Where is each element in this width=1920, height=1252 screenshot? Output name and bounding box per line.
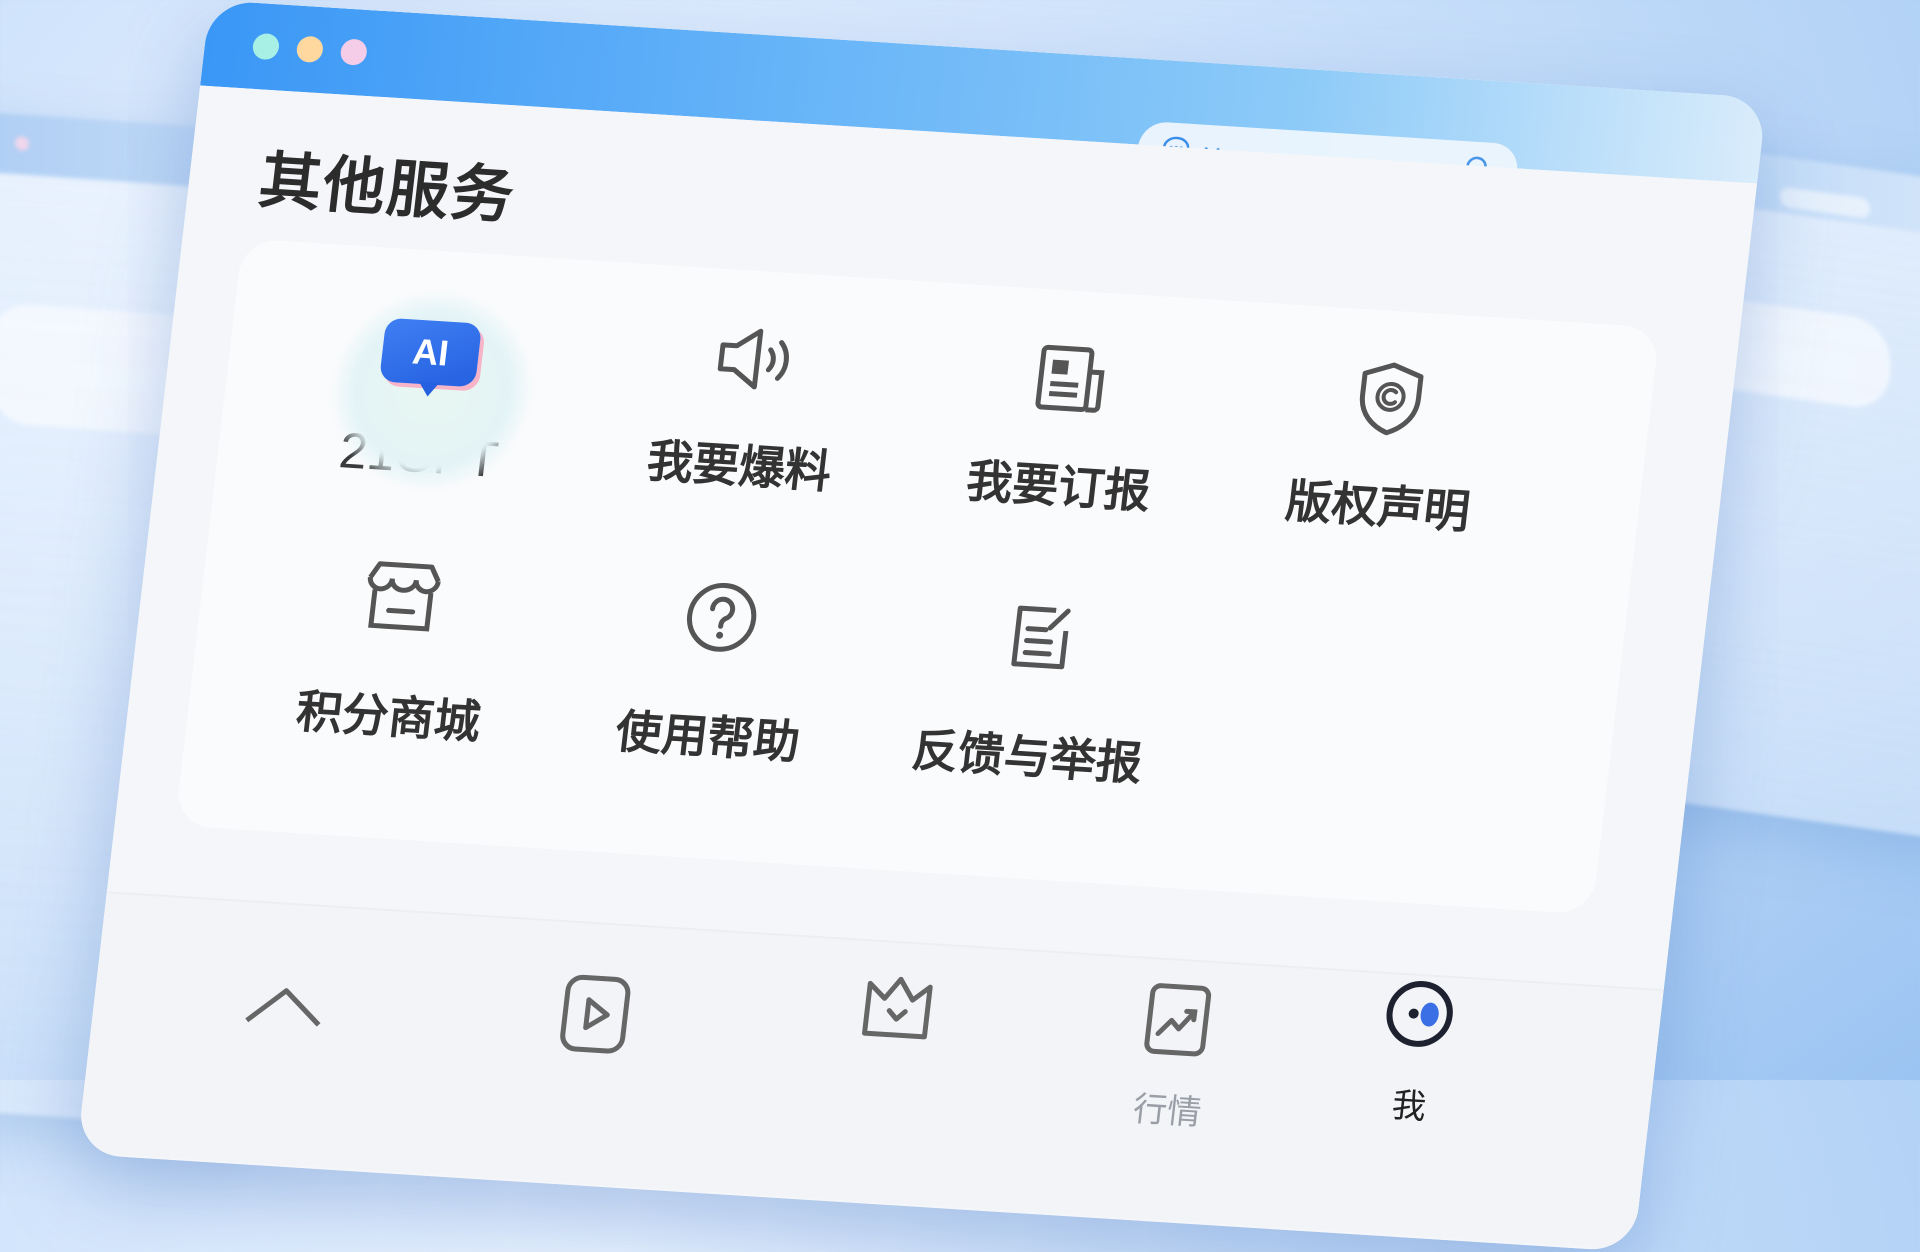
page-title: 其他服务 xyxy=(255,146,519,232)
chart-icon xyxy=(1144,983,1212,1057)
content-area: 其他服务 AI 21GPT 我要爆料 xyxy=(76,85,1758,1252)
crown-icon xyxy=(862,976,933,1040)
window-dot-2[interactable] xyxy=(295,35,325,64)
service-label: 使用帮助 xyxy=(613,705,803,769)
tab-featured[interactable] xyxy=(810,958,983,1080)
service-feedback[interactable]: 反馈与举报 xyxy=(864,580,1206,797)
window-dot-1[interactable] xyxy=(251,32,281,61)
tab-me[interactable]: 我 xyxy=(1327,961,1505,1132)
background-dot xyxy=(15,136,29,152)
service-subscribe[interactable]: 我要订报 xyxy=(895,321,1236,526)
speaker-icon xyxy=(717,328,789,390)
video-icon xyxy=(560,974,631,1054)
service-21gpt[interactable]: AI 21GPT xyxy=(256,281,598,497)
tab-home[interactable] xyxy=(197,970,368,1077)
service-copyright[interactable]: 版权声明 xyxy=(1215,341,1556,546)
tab-video[interactable] xyxy=(508,959,681,1081)
tab-label xyxy=(508,1072,668,1082)
service-help[interactable]: 使用帮助 xyxy=(545,560,887,777)
tab-label xyxy=(197,1066,357,1076)
feedback-edit-icon xyxy=(1011,605,1071,670)
service-label: 我要爆料 xyxy=(644,434,834,498)
tab-market[interactable]: 行情 xyxy=(1085,966,1263,1137)
service-label: 积分商城 xyxy=(293,684,484,749)
service-label: 反馈与举报 xyxy=(909,723,1145,790)
service-label: 我要订报 xyxy=(963,454,1154,518)
bottom-tab-bar: 行情 我 xyxy=(76,891,1664,1250)
tab-label: 行情 xyxy=(1131,1090,1204,1133)
window-dot-3[interactable] xyxy=(339,38,369,66)
newspaper-icon xyxy=(1035,344,1105,413)
store-icon xyxy=(367,561,441,632)
service-points-mall[interactable]: 积分商城 xyxy=(225,539,567,756)
app-window: 其他服务 AI 21GPT 我要爆料 xyxy=(76,0,1767,1252)
ai-badge-icon: AI xyxy=(378,317,483,388)
help-circle-icon xyxy=(686,582,757,652)
copyright-shield-icon xyxy=(1359,362,1424,436)
service-report-tip[interactable]: 我要爆料 xyxy=(576,301,917,506)
profile-icon xyxy=(1386,981,1453,1047)
tab-label xyxy=(810,1071,970,1081)
tab-label: 我 xyxy=(1389,1086,1429,1127)
home-icon xyxy=(245,988,321,1027)
services-card: AI 21GPT 我要爆料 我要订报 xyxy=(174,238,1660,915)
service-label: 版权声明 xyxy=(1283,474,1473,538)
